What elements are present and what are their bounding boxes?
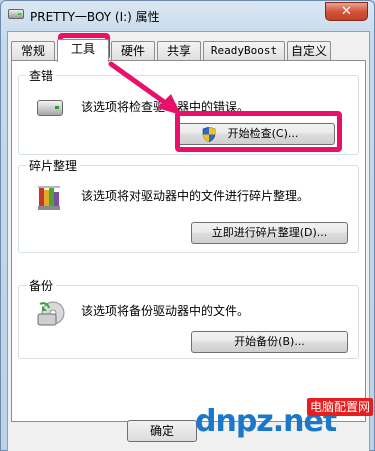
defrag-icon <box>38 186 60 210</box>
close-button[interactable]: ✕ <box>325 2 368 21</box>
site-watermark: dnpz.net 电脑配置网 <box>195 396 375 451</box>
tab-tools[interactable]: 工具 <box>57 39 109 62</box>
start-backup-button[interactable]: 开始备份(B)... <box>191 331 348 353</box>
error-checking-title: 查错 <box>26 67 57 84</box>
drive-title-icon <box>8 9 24 19</box>
window-title: PRETTY一BOY (I:) 属性 <box>30 10 160 24</box>
button-highlight-box <box>175 111 342 152</box>
tab-sharing[interactable]: 共享 <box>157 41 201 61</box>
defrag-title: 碎片整理 <box>26 157 81 174</box>
tab-general[interactable]: 常规 <box>11 41 55 61</box>
tab-customize[interactable]: 自定义 <box>287 41 331 61</box>
defrag-now-button[interactable]: 立即进行碎片整理(D)... <box>191 222 348 244</box>
defrag-group: 碎片整理 该选项将对驱动器中的文件进行碎片整理。 立即进行碎片整理(D)... <box>18 157 359 253</box>
defrag-description: 该选项将对驱动器中的文件进行碎片整理。 <box>81 189 310 203</box>
properties-window: PRETTY一BOY (I:) 属性 ✕ 常规 工具 硬件 共享 ReadyBo… <box>0 0 375 451</box>
backup-group: 备份 该选项将备份驱动器中的文件。 开始备份(B)... <box>18 277 359 359</box>
drive-icon <box>37 100 63 116</box>
tab-readyboost[interactable]: ReadyBoost <box>203 41 285 61</box>
annotation-arrow <box>108 61 181 115</box>
watermark-badge: 电脑配置网 <box>306 398 373 416</box>
backup-title: 备份 <box>26 277 57 294</box>
title-bar[interactable]: PRETTY一BOY (I:) 属性 ✕ <box>1 1 374 31</box>
backup-description: 该选项将备份驱动器中的文件。 <box>81 304 250 318</box>
backup-icon <box>37 301 65 326</box>
dialog-client: 常规 工具 硬件 共享 ReadyBoost 自定义 查错 该选项将检查驱动器中… <box>7 31 370 451</box>
ok-button[interactable]: 确定 <box>127 420 197 442</box>
tab-hardware[interactable]: 硬件 <box>111 41 155 61</box>
